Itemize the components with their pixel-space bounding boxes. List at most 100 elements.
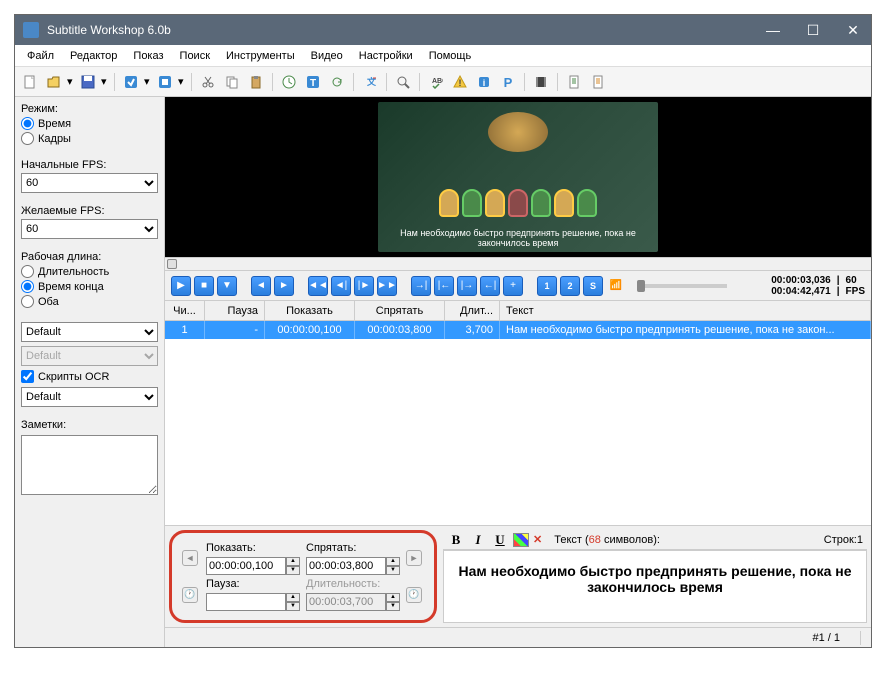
italic-button[interactable]: I [469,532,487,548]
play-icon[interactable]: ▶ [171,276,191,296]
end-radio[interactable] [21,280,34,293]
header-num[interactable]: Чи... [165,301,205,320]
maximize-button[interactable]: ☐ [803,22,823,39]
menu-search[interactable]: Поиск [172,47,218,65]
forward-icon[interactable]: ►► [377,276,397,296]
underline-button[interactable]: U [491,532,509,548]
spellcheck-icon[interactable]: ABC [425,71,447,93]
info-icon[interactable]: i [473,71,495,93]
pause-input[interactable] [206,593,286,611]
dur-radio[interactable] [21,265,34,278]
hide-spinner[interactable]: ▲▼ [386,557,400,575]
prev-subtitle-icon[interactable]: ◄ [182,550,198,566]
translate-icon[interactable]: 文 [359,71,381,93]
open-dropdown-icon[interactable]: ▾ [67,75,75,88]
hide-input[interactable] [306,557,386,575]
action1-dropdown-icon[interactable]: ▾ [144,75,152,88]
save-dropdown-icon[interactable]: ▾ [101,75,109,88]
start-fps-label: Начальные FPS: [21,159,158,171]
default2-select: Default [21,346,158,366]
notes-input[interactable] [21,435,158,495]
add-icon[interactable]: + [503,276,523,296]
new-file-icon[interactable] [19,71,41,93]
subtitle-text-input[interactable]: Нам необходимо быстро предпринять решени… [443,550,867,623]
volume-thumb[interactable] [637,280,645,292]
both-radio[interactable] [21,295,34,308]
minimize-button[interactable]: ― [763,22,783,39]
cell-pause: - [205,321,265,339]
stop-icon[interactable]: ■ [194,276,214,296]
seekbar[interactable] [165,257,871,271]
action2-dropdown-icon[interactable]: ▾ [178,75,186,88]
table-row[interactable]: 1 - 00:00:00,100 00:00:03,800 3,700 Нам … [165,321,871,339]
text-icon[interactable]: T [302,71,324,93]
header-pause[interactable]: Пауза [205,301,265,320]
blue-action1-icon[interactable] [120,71,142,93]
pascal-icon[interactable]: P [497,71,519,93]
video-preview: Нам необходимо быстро предпринять решени… [165,97,871,257]
header-text[interactable]: Текст [500,301,871,320]
menu-settings[interactable]: Настройки [351,47,421,65]
rewind-icon[interactable]: ◄◄ [308,276,328,296]
btn-2[interactable]: 2 [560,276,580,296]
sync-icon[interactable] [326,71,348,93]
toolbar: ▾ ▾ ▾ ▾ T 文 ABC ! i P [15,67,871,97]
volume-slider[interactable] [637,284,727,288]
menu-show[interactable]: Показ [125,47,171,65]
seek-thumb[interactable] [167,259,177,269]
mode-frames-radio[interactable] [21,132,34,145]
prev-icon[interactable]: ◄ [251,276,271,296]
step-fwd-icon[interactable]: |► [354,276,374,296]
paste-icon[interactable] [245,71,267,93]
clear-format-button[interactable]: ✕ [533,533,542,546]
clock-icon[interactable] [278,71,300,93]
menu-editor[interactable]: Редактор [62,47,125,65]
mode-time-label: Время [38,118,71,130]
menu-help[interactable]: Помощь [421,47,480,65]
warning-icon[interactable]: ! [449,71,471,93]
btn-1[interactable]: 1 [537,276,557,296]
goto-in-icon[interactable]: |→ [457,276,477,296]
blue-action2-icon[interactable] [154,71,176,93]
doc2-icon[interactable] [587,71,609,93]
down-icon[interactable]: ▼ [217,276,237,296]
btn-s[interactable]: S [583,276,603,296]
header-hide[interactable]: Спрятать [355,301,445,320]
text-editor: B I U ✕ Текст (68 символов): Строк:1 Нам… [443,530,867,623]
default1-select[interactable]: Default [21,322,158,342]
volume-icon[interactable]: 📶 [606,276,626,296]
doc1-icon[interactable] [563,71,585,93]
default3-select[interactable]: Default [21,387,158,407]
save-icon[interactable] [77,71,99,93]
goto-out-icon[interactable]: ←| [480,276,500,296]
copy-icon[interactable] [221,71,243,93]
header-dur[interactable]: Длит... [445,301,500,320]
ocr-checkbox[interactable] [21,370,34,383]
svg-text:!: ! [459,78,462,88]
menu-tools[interactable]: Инструменты [218,47,303,65]
next-subtitle-icon[interactable]: ► [406,550,422,566]
next-icon[interactable]: ► [274,276,294,296]
header-show[interactable]: Показать [265,301,355,320]
start-fps-select[interactable]: 60 [21,173,158,193]
clock-right-icon[interactable]: 🕐 [406,587,422,603]
video-frame: Нам необходимо быстро предпринять решени… [378,102,658,252]
color-button[interactable] [513,533,529,547]
mark-in-icon[interactable]: →| [411,276,431,296]
pause-spinner[interactable]: ▲▼ [286,593,300,611]
close-button[interactable]: ✕ [843,22,863,39]
menu-video[interactable]: Видео [303,47,351,65]
open-file-icon[interactable] [43,71,65,93]
film-icon[interactable] [530,71,552,93]
search-icon[interactable] [392,71,414,93]
clock-left-icon[interactable]: 🕐 [182,587,198,603]
bold-button[interactable]: B [447,532,465,548]
cut-icon[interactable] [197,71,219,93]
mode-time-radio[interactable] [21,117,34,130]
target-fps-select[interactable]: 60 [21,219,158,239]
show-input[interactable] [206,557,286,575]
show-spinner[interactable]: ▲▼ [286,557,300,575]
menu-file[interactable]: Файл [19,47,62,65]
step-back-icon[interactable]: ◄| [331,276,351,296]
mark-out-icon[interactable]: |← [434,276,454,296]
